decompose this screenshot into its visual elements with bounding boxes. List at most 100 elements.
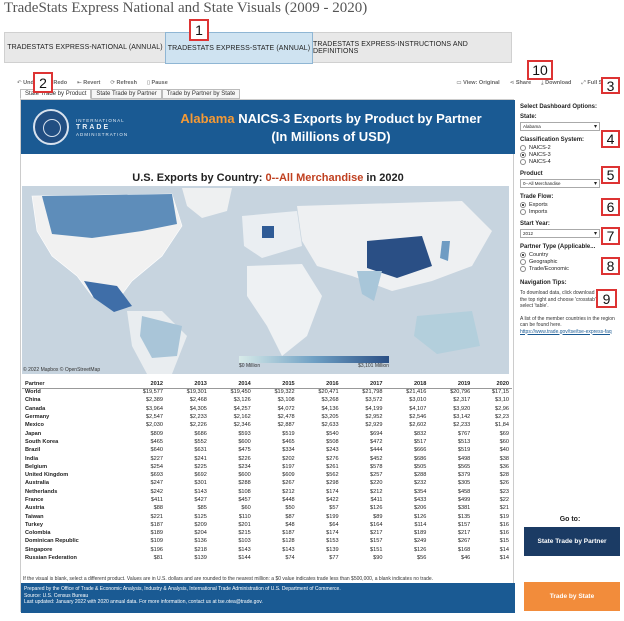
radio-icon[interactable] (520, 145, 526, 151)
export-value: $2,346 (233, 422, 251, 429)
export-value: $174 (326, 488, 339, 495)
partner-type-option-label: Country (529, 252, 549, 258)
export-value: $2,602 (409, 422, 427, 429)
sheet-tab-product[interactable]: State Trade by Product (20, 89, 92, 99)
table-row[interactable]: Taiwan $221 $125 $110 $87 $199 $89 $126 $135 $19 (22, 512, 512, 520)
export-value: $3,964 (145, 405, 163, 412)
radio-icon[interactable] (520, 152, 526, 158)
export-value: $519 (282, 430, 295, 437)
table-row[interactable]: United Kingdom $693 $692 $600 $609 $562 $257 $2… (22, 471, 512, 479)
table-row[interactable]: Russian Federation $81 $139 $144 $74 $77 $90 $5… (22, 554, 512, 562)
export-value: $267 (457, 538, 471, 545)
export-value: $168 (457, 546, 471, 553)
export-value: $3,108 (277, 397, 295, 404)
export-value: $411 (370, 497, 383, 503)
radio-icon[interactable] (520, 159, 526, 165)
export-value: $4,305 (189, 405, 207, 412)
legend-high: $3,101 Million (358, 363, 389, 369)
view-original-button[interactable]: ▭ View: Original (456, 80, 499, 87)
start-year-select[interactable]: 2012 (520, 229, 600, 238)
state-trade-by-partner-button[interactable]: State Trade by Partner (524, 527, 620, 556)
table-row[interactable]: Australia $247 $301 $288 $267 $298 $220 $232 $30… (22, 479, 512, 487)
radio-icon[interactable] (520, 209, 526, 215)
export-value: $88 (153, 505, 163, 512)
export-value: $16 (499, 530, 509, 537)
table-row[interactable]: South Korea $465 $552 $600 $465 $508 $472 $517 $… (22, 438, 512, 446)
table-row[interactable]: Germany $2,547 $2,233 $2,162 $2,478 $3,205 $2,… (22, 413, 512, 421)
table-row[interactable]: World $19,577 $19,301 $19,450 $19,322 $20,471… (22, 388, 512, 396)
table-row[interactable]: Turkey $187 $209 $201 $48 $64 $164 $114 $157 $16 (22, 521, 512, 529)
export-value: $19,322 (274, 389, 295, 396)
table-header: 2014 (209, 380, 254, 389)
partner-name: Mexico (25, 422, 44, 429)
export-value: $4,107 (409, 405, 427, 412)
blank-visual-note: If the visual is blank, select a differe… (23, 576, 434, 582)
table-row[interactable]: Colombia $189 $204 $215 $187 $174 $217 $189 $217… (22, 529, 512, 537)
table-row[interactable]: Japan $809 $686 $593 $519 $540 $694 $832 $767 $69 (22, 429, 512, 437)
table-row[interactable]: Canada $3,964 $4,305 $4,257 $4,072 $4,136 $4,1… (22, 405, 512, 413)
export-value: $56 (417, 555, 427, 562)
export-value: $125 (194, 513, 207, 520)
export-value: $57 (329, 505, 339, 512)
footer-bar: Prepared by the Office of Trade & Econom… (21, 583, 515, 613)
classification-option-label: NAICS-4 (529, 159, 551, 165)
revert-button[interactable]: ⇤ Revert (77, 80, 100, 86)
table-row[interactable]: Belgium $254 $225 $234 $197 $261 $578 $505 $565 $… (22, 463, 512, 471)
radio-icon[interactable] (520, 266, 526, 272)
radio-icon[interactable] (520, 252, 526, 258)
export-value: $832 (413, 430, 427, 437)
sheet-tab-partner[interactable]: State Trade by Partner (91, 89, 162, 99)
dashboard-title: Alabama NAICS-3 Exports by Product by Pa… (180, 111, 482, 144)
export-value: $174 (326, 530, 339, 537)
export-value: $4,199 (365, 405, 383, 412)
export-value: $457 (238, 497, 251, 503)
export-value: $2,162 (233, 414, 251, 421)
table-row[interactable]: Dominican Republic $109 $136 $103 $128 $153 $1… (22, 537, 512, 545)
partner-type-option-label: Geographic (529, 259, 558, 265)
classification-option[interactable]: NAICS-4 (520, 159, 620, 165)
table-row[interactable]: Netherlands $242 $143 $108 $212 $174 $212 $354 $… (22, 488, 512, 496)
product-select[interactable]: 0--All Merchandise (520, 179, 600, 188)
trade-by-state-button[interactable]: Trade by State (524, 582, 620, 611)
table-row[interactable]: China $2,389 $2,468 $3,126 $3,108 $3,268 $3,57… (22, 396, 512, 404)
export-value: $2,96 (495, 405, 509, 412)
export-value: $517 (413, 438, 427, 445)
tab-state[interactable]: TRADESTATS EXPRESS-STATE (ANNUAL) (165, 32, 313, 64)
state-select[interactable]: Alabama (520, 122, 600, 131)
share-button[interactable]: ⋖ Share (510, 80, 531, 87)
partner-name: Dominican Republic (25, 538, 79, 545)
sheet-tab-partner-state[interactable]: Trade by Partner by State (161, 89, 241, 99)
tab-instructions[interactable]: TRADESTATS EXPRESS-INSTRUCTIONS AND DEFI… (313, 33, 513, 62)
export-value: $74 (285, 555, 295, 562)
table-row[interactable]: Brazil $640 $631 $475 $334 $243 $444 $666 $519 $4… (22, 446, 512, 454)
pause-button[interactable]: ▯ Pause (147, 80, 168, 86)
export-value: $226 (238, 455, 251, 462)
export-value: $19,450 (230, 389, 251, 396)
export-value: $809 (150, 430, 163, 437)
export-value: $565 (457, 463, 471, 470)
export-value: $206 (413, 505, 427, 512)
radio-icon[interactable] (520, 259, 526, 265)
table-header: 2020 (473, 380, 512, 389)
faq-link[interactable]: https://www.trade.gov/tse/tse-express-fa… (520, 329, 612, 335)
tab-national[interactable]: TRADESTATS EXPRESS-NATIONAL (ANNUAL) (5, 33, 165, 62)
table-row[interactable]: India $227 $241 $226 $202 $276 $452 $686 $498 $38 (22, 454, 512, 462)
radio-icon[interactable] (520, 202, 526, 208)
partner-name: Canada (25, 405, 46, 412)
classification-option[interactable]: NAICS-3 (520, 152, 620, 158)
table-row[interactable]: France $411 $427 $457 $448 $422 $411 $433 $499 $2… (22, 496, 512, 504)
export-value: $2,887 (277, 422, 295, 429)
download-button[interactable]: ⤓ Download (541, 80, 571, 87)
export-value: $499 (457, 497, 471, 503)
export-value: $4,257 (233, 405, 251, 412)
partner-name: Brazil (25, 447, 41, 454)
export-value: $144 (238, 555, 251, 562)
export-value: $3,142 (453, 414, 471, 421)
export-value: $201 (238, 521, 251, 528)
table-row[interactable]: Mexico $2,030 $2,226 $2,346 $2,887 $2,633 $2,9… (22, 421, 512, 429)
refresh-button[interactable]: ⟳ Refresh (110, 80, 137, 86)
world-map[interactable] (22, 186, 509, 374)
export-value: $17,15 (491, 389, 509, 396)
table-row[interactable]: Singapore $196 $218 $143 $143 $139 $151 $126 $16… (22, 546, 512, 554)
table-row[interactable]: Austria $88 $85 $60 $50 $57 $126 $206 $381 $21 (22, 504, 512, 512)
